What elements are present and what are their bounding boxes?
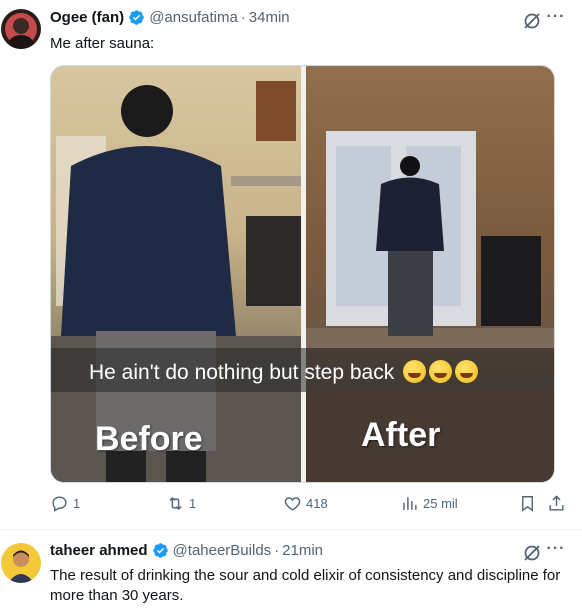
after-label: After	[361, 416, 441, 454]
more-icon[interactable]: ···	[546, 9, 566, 31]
separator-dot: ·	[274, 542, 280, 559]
reply-icon	[52, 496, 67, 512]
like-count: 418	[306, 496, 328, 511]
user-handle[interactable]: @ansufatima	[149, 9, 238, 26]
user-handle[interactable]: @taheerBuilds	[173, 542, 272, 559]
views-icon	[403, 497, 417, 510]
like-icon	[284, 497, 301, 511]
tweet-actions: 1 1 418 25 mil	[50, 494, 566, 518]
tweet-media[interactable]: He ain't do nothing but step back Before…	[50, 65, 555, 483]
rofl-emoji-icon	[429, 360, 453, 383]
like-button[interactable]: 418	[283, 494, 328, 513]
tweet-text: The result of drinking the sour and cold…	[50, 567, 561, 604]
retweet-button[interactable]: 1	[166, 494, 196, 513]
reply-button[interactable]: 1	[50, 494, 80, 513]
image-caption: He ain't do nothing but step back	[89, 360, 479, 385]
retweet-icon	[169, 496, 182, 511]
grok-icon[interactable]	[522, 11, 542, 31]
display-name[interactable]: Ogee (fan)	[50, 9, 124, 26]
verified-badge-icon	[129, 10, 144, 25]
timestamp[interactable]: 21min	[282, 542, 323, 559]
before-label: Before	[95, 420, 203, 458]
tweet[interactable]: Ogee (fan) @ansufatima · 34min ··· Me af…	[0, 0, 582, 530]
avatar[interactable]	[1, 543, 41, 583]
retweet-count: 1	[189, 496, 197, 511]
tweet[interactable]: taheer ahmed @taheerBuilds · 21min ··· T…	[0, 530, 582, 612]
caption-text: He ain't do nothing but step back	[89, 361, 395, 384]
bookmark-icon	[522, 496, 533, 512]
views-count: 25 mil	[423, 496, 458, 511]
tweet-header: taheer ahmed @taheerBuilds · 21min	[50, 542, 323, 559]
separator-dot: ·	[240, 9, 246, 26]
rofl-emoji-icon	[403, 360, 427, 383]
share-button[interactable]	[547, 494, 566, 513]
avatar[interactable]	[1, 9, 41, 49]
tweet-header: Ogee (fan) @ansufatima · 34min	[50, 9, 290, 26]
verified-badge-icon	[152, 543, 168, 558]
share-icon	[549, 495, 564, 511]
rofl-emoji-icon	[455, 360, 479, 383]
bookmark-button[interactable]	[518, 494, 537, 513]
more-icon[interactable]: ···	[546, 541, 566, 563]
tweet-text: Me after sauna:	[50, 35, 155, 52]
grok-icon[interactable]	[522, 543, 542, 563]
display-name[interactable]: taheer ahmed	[50, 542, 148, 559]
views-button[interactable]: 25 mil	[400, 494, 458, 513]
timestamp[interactable]: 34min	[249, 9, 290, 26]
reply-count: 1	[73, 496, 81, 511]
laughing-emoji-row	[400, 360, 479, 385]
